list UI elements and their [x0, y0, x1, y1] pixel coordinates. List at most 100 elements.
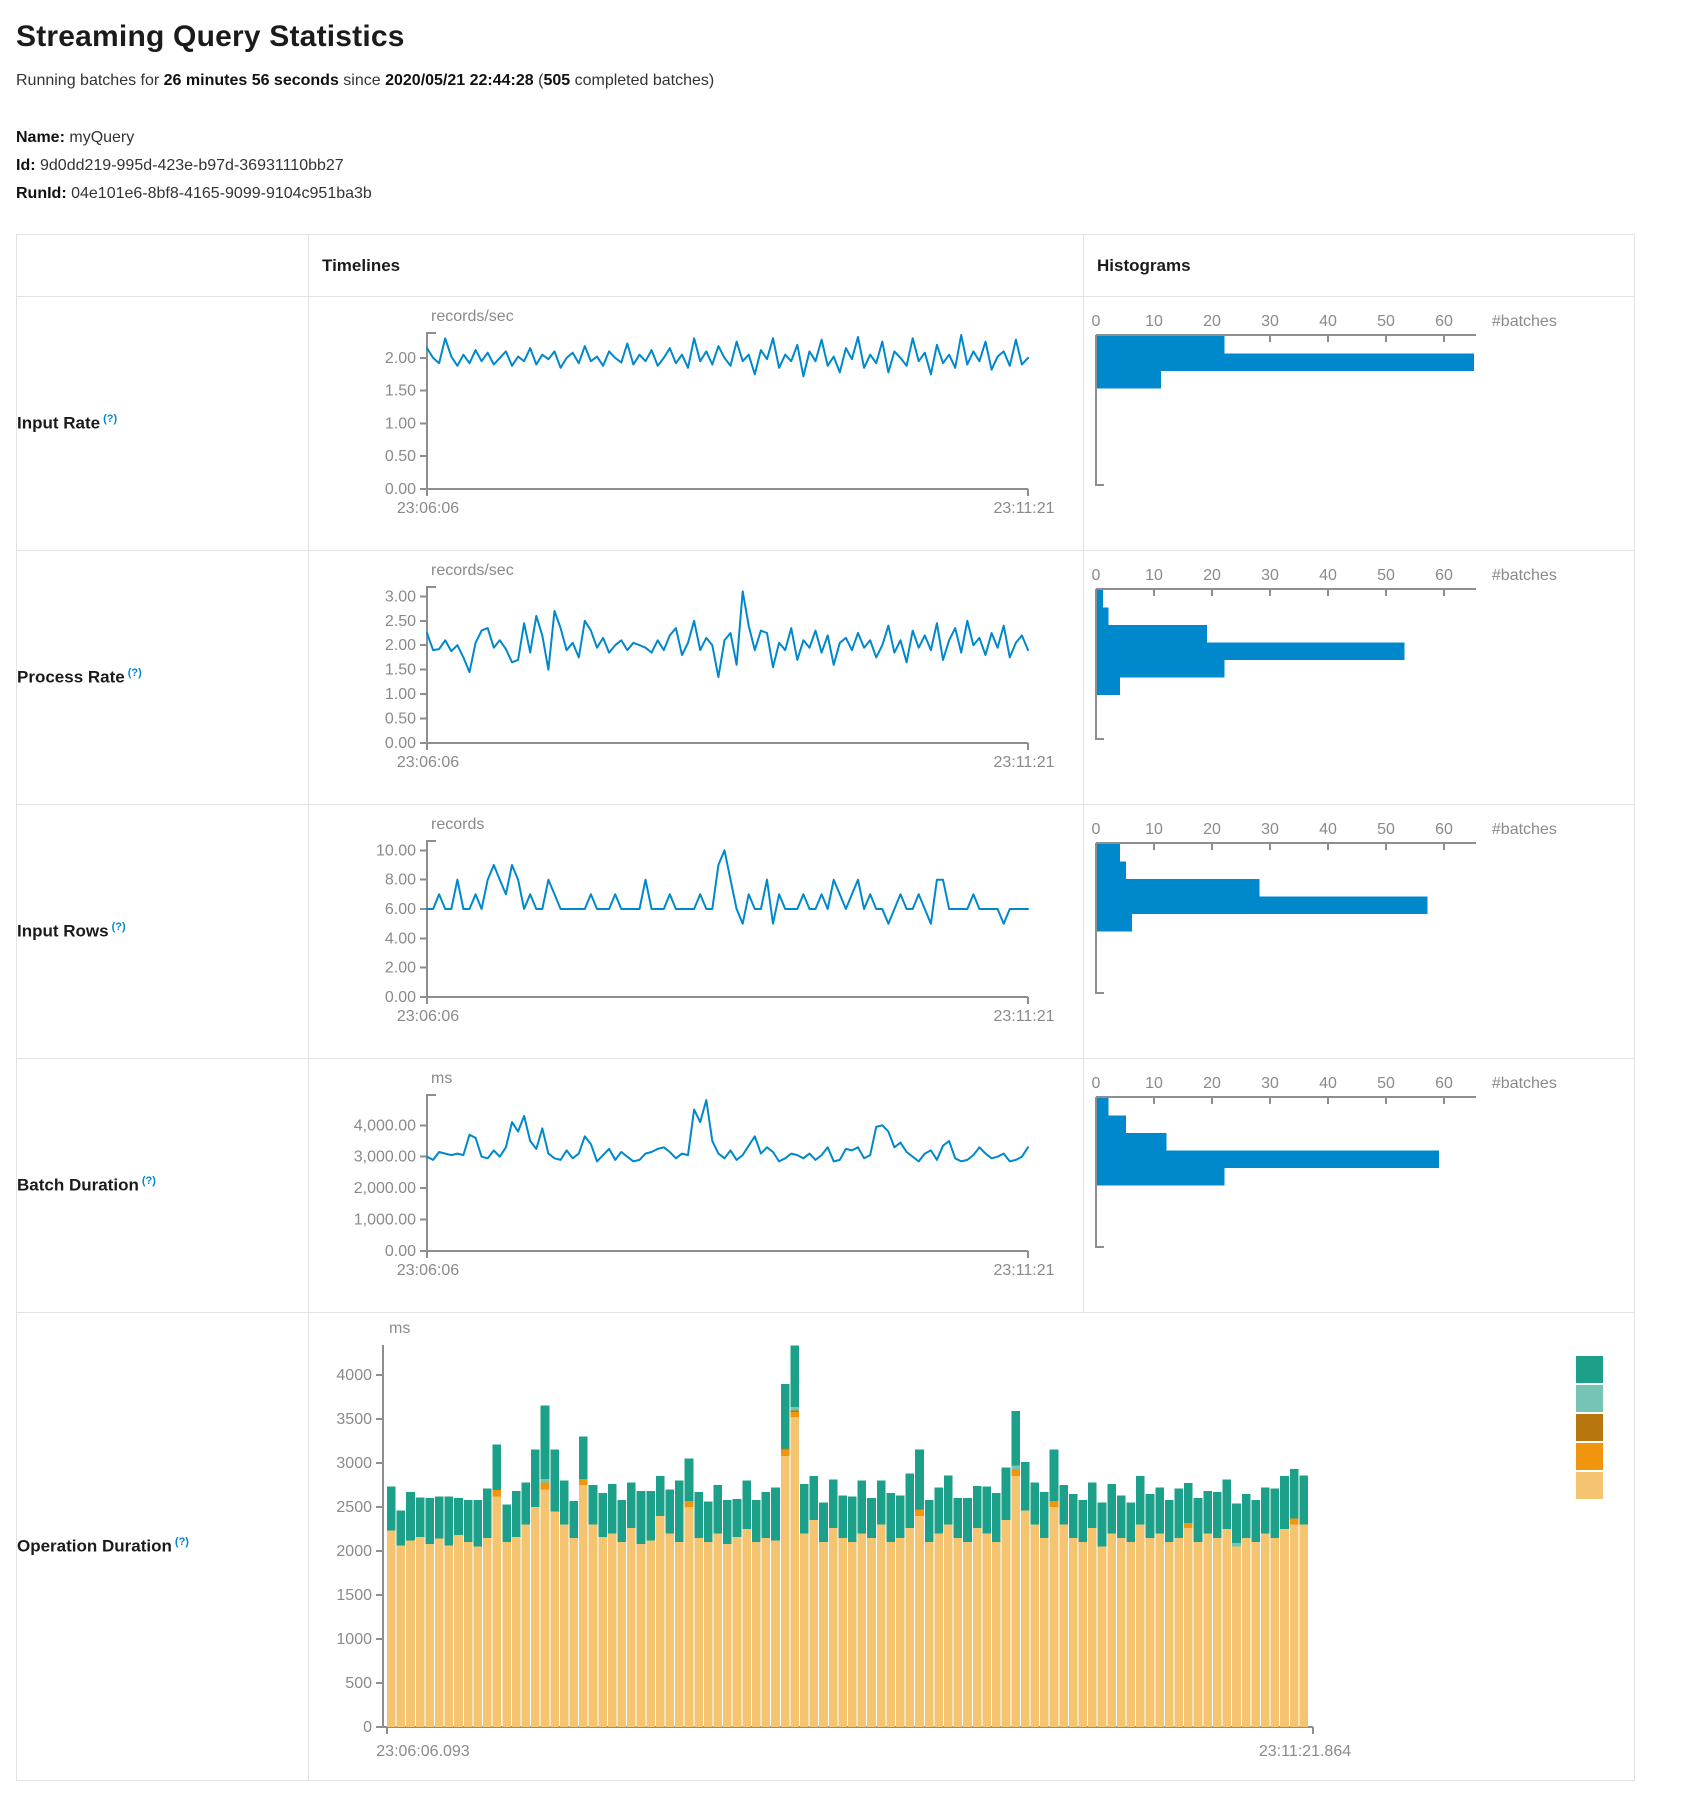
svg-text:10: 10 — [1145, 313, 1163, 330]
help-icon[interactable]: (?) — [103, 413, 117, 425]
svg-text:60: 60 — [1435, 313, 1453, 330]
query-runid-line: RunId: 04e101e6-8bf8-4165-9099-9104c951b… — [16, 180, 1677, 208]
svg-text:40: 40 — [1319, 567, 1337, 584]
svg-text:20: 20 — [1203, 313, 1221, 330]
legend-swatch-light-teal — [1576, 1385, 1603, 1412]
process-rate-timeline-cell: records/sec3.002.502.001.501.000.500.002… — [309, 551, 1084, 805]
svg-text:0: 0 — [1092, 313, 1101, 330]
svg-text:50: 50 — [1377, 313, 1395, 330]
svg-text:500: 500 — [345, 1675, 372, 1692]
streaming-query-statistics-page: Streaming Query Statistics Running batch… — [0, 0, 1693, 1820]
svg-text:1500: 1500 — [336, 1587, 372, 1604]
svg-text:50: 50 — [1377, 821, 1395, 838]
input-rate-timeline-cell: records/sec2.001.501.000.500.0023:06:062… — [309, 297, 1084, 551]
query-id-label: Id: — [16, 157, 36, 174]
running-duration: 26 minutes 56 seconds — [164, 72, 339, 89]
legend-swatch-light-orange — [1576, 1472, 1603, 1499]
svg-text:23:06:06: 23:06:06 — [397, 1262, 459, 1279]
running-prefix: Running batches for — [16, 72, 164, 89]
svg-text:0: 0 — [1092, 821, 1101, 838]
svg-text:23:06:06: 23:06:06 — [397, 754, 459, 771]
svg-text:#batches: #batches — [1492, 567, 1557, 584]
table-row-batch-duration: Batch Duration(?) ms4,000.003,000.002,00… — [17, 1059, 1635, 1313]
svg-text:30: 30 — [1261, 567, 1279, 584]
svg-text:records/sec: records/sec — [431, 562, 514, 579]
svg-text:0: 0 — [363, 1719, 372, 1736]
svg-text:ms: ms — [431, 1070, 452, 1087]
svg-text:23:11:21.864: 23:11:21.864 — [1259, 1743, 1351, 1760]
help-icon[interactable]: (?) — [128, 667, 142, 679]
row-label-operation-duration: Operation Duration — [17, 1537, 172, 1556]
svg-text:60: 60 — [1435, 1075, 1453, 1092]
input-rows-histogram-chart: 0102030405060#batches — [1084, 805, 1621, 1058]
svg-text:40: 40 — [1319, 313, 1337, 330]
svg-text:1,000.00: 1,000.00 — [354, 1212, 416, 1229]
help-icon[interactable]: (?) — [112, 921, 126, 933]
row-label-process-rate: Process Rate — [17, 668, 125, 687]
table-row-operation-duration: Operation Duration(?) ms4000350030002500… — [17, 1313, 1635, 1781]
svg-text:2.50: 2.50 — [385, 613, 416, 630]
svg-text:4,000.00: 4,000.00 — [354, 1117, 416, 1134]
column-header-timelines: Timelines — [309, 235, 1084, 297]
svg-text:23:11:21: 23:11:21 — [993, 1008, 1054, 1025]
process-rate-histogram-cell: 0102030405060#batches — [1084, 551, 1635, 805]
svg-text:0: 0 — [1092, 1075, 1101, 1092]
svg-text:23:11:21: 23:11:21 — [993, 754, 1054, 771]
row-label-input-rows: Input Rows — [17, 922, 109, 941]
svg-text:10.00: 10.00 — [376, 842, 416, 859]
query-name-line: Name: myQuery — [16, 124, 1677, 152]
row-label-cell: Input Rows(?) — [17, 805, 309, 1059]
completed-batches-count: 505 — [543, 72, 570, 89]
svg-text:10: 10 — [1145, 821, 1163, 838]
input-rows-histogram-cell: 0102030405060#batches — [1084, 805, 1635, 1059]
svg-text:60: 60 — [1435, 821, 1453, 838]
svg-text:4000: 4000 — [336, 1367, 372, 1384]
legend-swatch-green — [1576, 1356, 1603, 1383]
input-rate-histogram-cell: 0102030405060#batches — [1084, 297, 1635, 551]
svg-text:3.00: 3.00 — [385, 588, 416, 605]
query-meta: Name: myQuery Id: 9d0dd219-995d-423e-b97… — [16, 124, 1677, 208]
svg-text:23:06:06.093: 23:06:06.093 — [376, 1743, 470, 1760]
svg-text:30: 30 — [1261, 1075, 1279, 1092]
process-rate-timeline-chart: records/sec3.002.502.001.501.000.500.002… — [309, 551, 1070, 804]
svg-text:1.00: 1.00 — [385, 415, 416, 432]
legend-swatch-dark-gold — [1576, 1414, 1603, 1441]
query-name-value: myQuery — [69, 129, 134, 146]
stats-table: Timelines Histograms Input Rate(?) recor… — [16, 234, 1635, 1781]
svg-text:2.00: 2.00 — [385, 637, 416, 654]
svg-text:2000: 2000 — [336, 1543, 372, 1560]
row-label-cell: Input Rate(?) — [17, 297, 309, 551]
batch-duration-timeline-cell: ms4,000.003,000.002,000.001,000.000.0023… — [309, 1059, 1084, 1313]
svg-text:2500: 2500 — [336, 1499, 372, 1516]
svg-text:40: 40 — [1319, 821, 1337, 838]
svg-text:#batches: #batches — [1492, 1075, 1557, 1092]
svg-text:6.00: 6.00 — [385, 901, 416, 918]
svg-text:1000: 1000 — [336, 1631, 372, 1648]
svg-text:8.00: 8.00 — [385, 872, 416, 889]
svg-text:0.50: 0.50 — [385, 711, 416, 728]
batch-duration-histogram-cell: 0102030405060#batches — [1084, 1059, 1635, 1313]
help-icon[interactable]: (?) — [142, 1175, 156, 1187]
process-rate-histogram-chart: 0102030405060#batches — [1084, 551, 1621, 804]
operation-duration-stacked-chart: ms4000350030002500200015001000500023:06:… — [309, 1313, 1607, 1780]
table-row-input-rate: Input Rate(?) records/sec2.001.501.000.5… — [17, 297, 1635, 551]
svg-text:23:06:06: 23:06:06 — [397, 1008, 459, 1025]
svg-text:1.50: 1.50 — [385, 383, 416, 400]
svg-text:23:06:06: 23:06:06 — [397, 500, 459, 517]
svg-text:60: 60 — [1435, 567, 1453, 584]
svg-text:3000: 3000 — [336, 1455, 372, 1472]
svg-text:0.50: 0.50 — [385, 448, 416, 465]
running-mid: since — [339, 72, 385, 89]
svg-text:40: 40 — [1319, 1075, 1337, 1092]
svg-text:2.00: 2.00 — [385, 350, 416, 367]
svg-text:0.00: 0.00 — [385, 1243, 416, 1260]
svg-text:3,000.00: 3,000.00 — [354, 1149, 416, 1166]
svg-text:#batches: #batches — [1492, 313, 1557, 330]
svg-text:20: 20 — [1203, 821, 1221, 838]
svg-text:20: 20 — [1203, 567, 1221, 584]
help-icon[interactable]: (?) — [175, 1536, 189, 1548]
svg-text:23:11:21: 23:11:21 — [993, 500, 1054, 517]
svg-text:30: 30 — [1261, 821, 1279, 838]
svg-text:50: 50 — [1377, 1075, 1395, 1092]
svg-text:10: 10 — [1145, 1075, 1163, 1092]
